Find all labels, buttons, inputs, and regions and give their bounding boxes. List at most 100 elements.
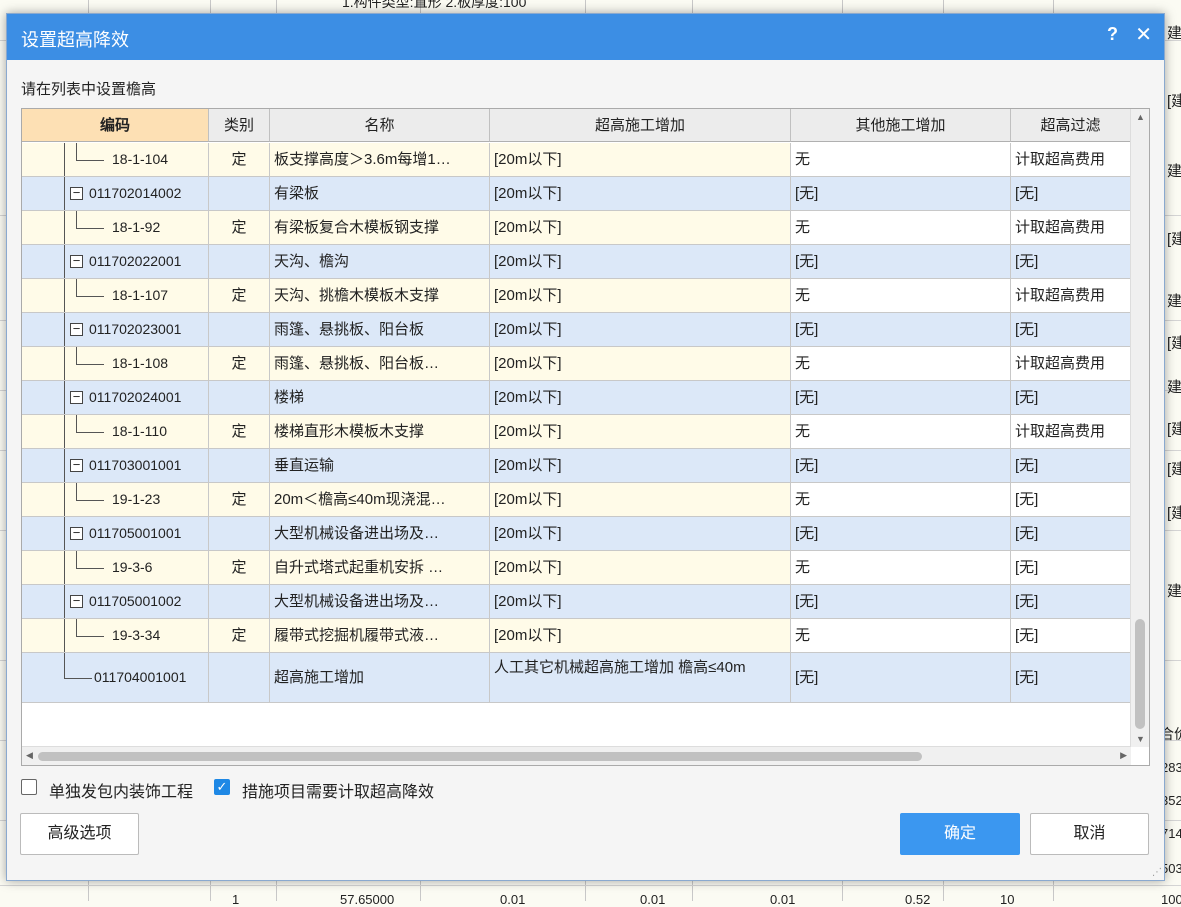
code-cell[interactable]: 18-1-92 (22, 211, 209, 245)
table-row[interactable]: −011705001001 大型机械设备进出场及… [20m以下] [无] [无] (22, 517, 1131, 551)
table-row[interactable]: 18-1-104 定板支撑高度＞3.6m每增1… [20m以下] 无计取超高费用 (22, 143, 1131, 177)
name-cell[interactable]: 楼梯 (270, 381, 490, 415)
name-cell[interactable]: 板支撑高度＞3.6m每增1… (270, 143, 490, 177)
code-cell[interactable]: −011705001002 (22, 585, 209, 619)
other-cost-cell[interactable]: [无] (791, 449, 1011, 483)
table-row[interactable]: −011702024001 楼梯 [20m以下] [无] [无] (22, 381, 1131, 415)
other-cost-cell[interactable]: [无] (791, 585, 1011, 619)
column-header-3[interactable]: 超高施工增加 (490, 109, 791, 142)
table-row[interactable]: 011704001001 超高施工增加 人工其它机械超高施工增加 檐高≤40m [无]… (22, 653, 1131, 703)
super-filter-cell[interactable]: 计取超高费用 (1011, 211, 1131, 245)
other-cost-cell[interactable]: [无] (791, 245, 1011, 279)
name-cell[interactable]: 垂直运输 (270, 449, 490, 483)
other-cost-cell[interactable]: [无] (791, 381, 1011, 415)
super-filter-cell[interactable]: 计取超高费用 (1011, 347, 1131, 381)
name-cell[interactable]: 有梁板复合木模板钢支撑 (270, 211, 490, 245)
other-cost-cell[interactable]: 无 (791, 211, 1011, 245)
horizontal-scrollbar[interactable]: ◀ ▶ (22, 746, 1131, 765)
table-row[interactable]: 19-3-6 定自升式塔式起重机安拆 … [20m以下] 无 [无] (22, 551, 1131, 585)
super-filter-cell[interactable]: [无] (1011, 245, 1131, 279)
name-cell[interactable]: 超高施工增加 (270, 653, 490, 703)
other-cost-cell[interactable]: [无] (791, 313, 1011, 347)
other-cost-cell[interactable]: [无] (791, 517, 1011, 551)
super-filter-cell[interactable]: [无] (1011, 619, 1131, 653)
scroll-left-arrow-icon[interactable]: ◀ (26, 750, 33, 761)
table-row[interactable]: 19-3-34 定履带式挖掘机履带式液… [20m以下] 无 [无] (22, 619, 1131, 653)
table-row[interactable]: −011703001001 垂直运输 [20m以下] [无] [无] (22, 449, 1131, 483)
category-cell[interactable] (209, 177, 270, 211)
code-cell[interactable]: 18-1-108 (22, 347, 209, 381)
category-cell[interactable] (209, 653, 270, 703)
table-row[interactable]: 18-1-110 定楼梯直形木模板木支撑 [20m以下] 无计取超高费用 (22, 415, 1131, 449)
super-height-cell[interactable]: [20m以下] (490, 483, 791, 517)
code-cell[interactable]: −011705001001 (22, 517, 209, 551)
table-row[interactable]: −011702023001 雨篷、悬挑板、阳台板 [20m以下] [无] [无] (22, 313, 1131, 347)
collapse-toggle-icon[interactable]: − (70, 186, 83, 200)
other-cost-cell[interactable]: 无 (791, 143, 1011, 177)
super-height-cell[interactable]: [20m以下] (490, 517, 791, 551)
name-cell[interactable]: 自升式塔式起重机安拆 … (270, 551, 490, 585)
resize-grip-icon[interactable]: ⋰ (1152, 867, 1162, 878)
category-cell[interactable] (209, 381, 270, 415)
category-cell[interactable] (209, 517, 270, 551)
column-header-4[interactable]: 其他施工增加 (791, 109, 1011, 142)
other-cost-cell[interactable]: 无 (791, 619, 1011, 653)
other-cost-cell[interactable]: [无] (791, 177, 1011, 211)
category-cell[interactable]: 定 (209, 483, 270, 517)
super-filter-cell[interactable]: [无] (1011, 381, 1131, 415)
name-cell[interactable]: 有梁板 (270, 177, 490, 211)
super-filter-cell[interactable]: [无] (1011, 585, 1131, 619)
super-height-cell[interactable]: [20m以下] (490, 313, 791, 347)
other-cost-cell[interactable]: 无 (791, 279, 1011, 313)
close-button[interactable]: ✕ (1135, 22, 1152, 47)
column-header-5[interactable]: 超高过滤 (1011, 109, 1131, 142)
column-header-0[interactable]: 编码 (22, 109, 209, 142)
category-cell[interactable]: 定 (209, 279, 270, 313)
name-cell[interactable]: 雨篷、悬挑板、阳台板… (270, 347, 490, 381)
category-cell[interactable]: 定 (209, 551, 270, 585)
super-filter-cell[interactable]: 计取超高费用 (1011, 279, 1131, 313)
table-row[interactable]: 18-1-92 定有梁板复合木模板钢支撑 [20m以下] 无计取超高费用 (22, 211, 1131, 245)
super-filter-cell[interactable]: [无] (1011, 483, 1131, 517)
name-cell[interactable]: 履带式挖掘机履带式液… (270, 619, 490, 653)
super-filter-cell[interactable]: [无] (1011, 517, 1131, 551)
table-row[interactable]: 19-1-23 定 20m＜檐高≤40m现浇混… [20m以下] 无 [无] (22, 483, 1131, 517)
super-filter-cell[interactable]: [无] (1011, 177, 1131, 211)
separate-decoration-checkbox[interactable] (21, 779, 37, 795)
scroll-up-arrow-icon[interactable]: ▲ (1136, 112, 1145, 122)
code-cell[interactable]: −011702024001 (22, 381, 209, 415)
super-height-cell[interactable]: [20m以下] (490, 585, 791, 619)
vertical-scroll-thumb[interactable] (1135, 619, 1145, 729)
super-height-cell[interactable]: [20m以下] (490, 245, 791, 279)
super-height-cell[interactable]: [20m以下] (490, 551, 791, 585)
collapse-toggle-icon[interactable]: − (70, 254, 83, 268)
collapse-toggle-icon[interactable]: − (70, 526, 83, 540)
super-height-cell[interactable]: [20m以下] (490, 381, 791, 415)
table-row[interactable]: 18-1-107 定天沟、挑檐木模板木支撑 [20m以下] 无计取超高费用 (22, 279, 1131, 313)
collapse-toggle-icon[interactable]: − (70, 390, 83, 404)
super-filter-cell[interactable]: [无] (1011, 313, 1131, 347)
super-filter-cell[interactable]: [无] (1011, 551, 1131, 585)
code-cell[interactable]: −011703001001 (22, 449, 209, 483)
super-height-cell[interactable]: [20m以下] (490, 449, 791, 483)
other-cost-cell[interactable]: 无 (791, 415, 1011, 449)
collapse-toggle-icon[interactable]: − (70, 322, 83, 336)
advanced-options-button[interactable]: 高级选项 (20, 813, 139, 855)
scroll-right-arrow-icon[interactable]: ▶ (1120, 750, 1127, 761)
other-cost-cell[interactable]: [无] (791, 653, 1011, 703)
super-filter-cell[interactable]: [无] (1011, 449, 1131, 483)
category-cell[interactable] (209, 449, 270, 483)
super-filter-cell[interactable]: 计取超高费用 (1011, 415, 1131, 449)
super-height-cell[interactable]: [20m以下] (490, 415, 791, 449)
super-height-cell[interactable]: [20m以下] (490, 211, 791, 245)
super-height-cell[interactable]: [20m以下] (490, 619, 791, 653)
horizontal-scroll-thumb[interactable] (38, 752, 922, 761)
table-row[interactable]: 18-1-108 定雨篷、悬挑板、阳台板… [20m以下] 无计取超高费用 (22, 347, 1131, 381)
scroll-down-arrow-icon[interactable]: ▼ (1136, 734, 1145, 744)
table-row[interactable]: −011705001002 大型机械设备进出场及… [20m以下] [无] [无] (22, 585, 1131, 619)
super-filter-cell[interactable]: [无] (1011, 653, 1131, 703)
code-cell[interactable]: −011702022001 (22, 245, 209, 279)
other-cost-cell[interactable]: 无 (791, 551, 1011, 585)
code-cell[interactable]: −011702023001 (22, 313, 209, 347)
collapse-toggle-icon[interactable]: − (70, 458, 83, 472)
